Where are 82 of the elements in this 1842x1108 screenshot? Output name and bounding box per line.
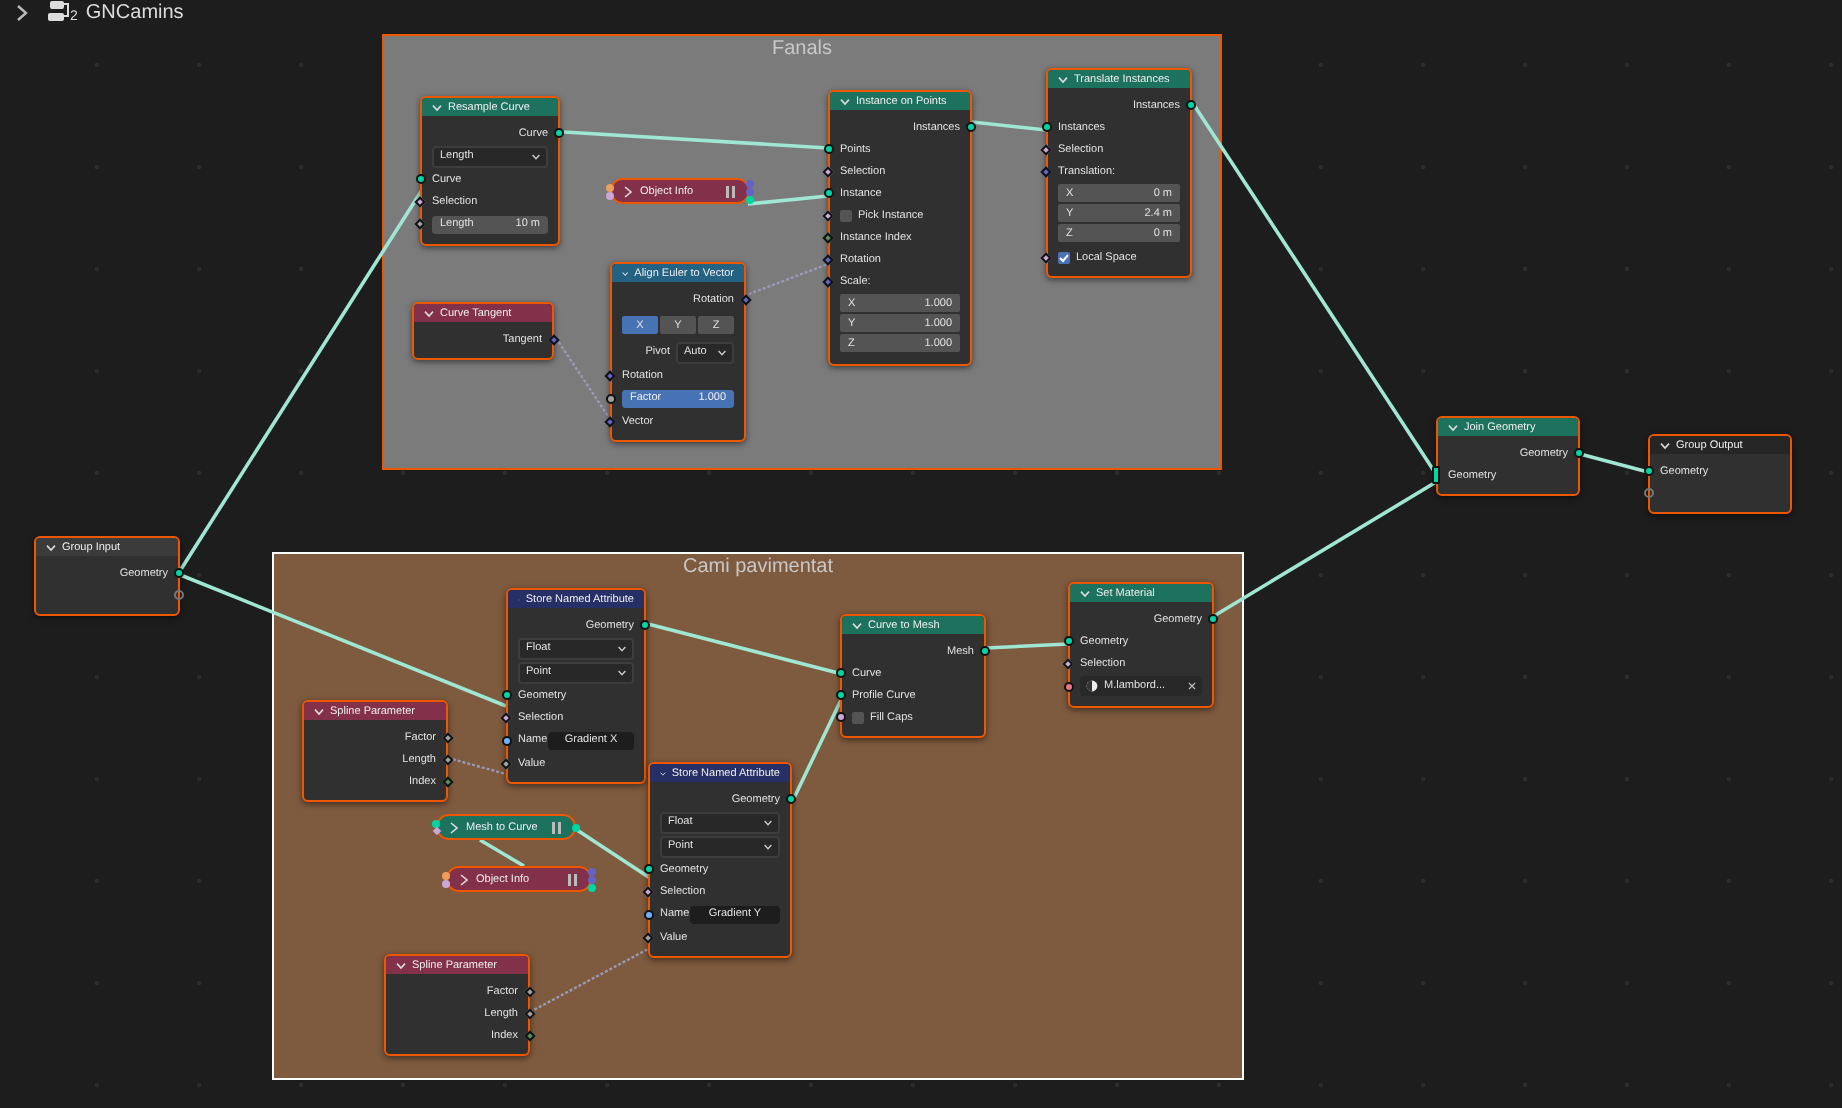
collapse-icon[interactable] — [46, 543, 56, 551]
socket-icon[interactable] — [980, 646, 990, 656]
frame-label: Fanals — [771, 36, 832, 62]
socket-icon[interactable] — [500, 711, 512, 723]
socket-icon[interactable] — [548, 333, 560, 345]
checkbox[interactable] — [840, 209, 852, 221]
collapse-icon[interactable] — [424, 309, 434, 317]
node-link — [792, 697, 844, 799]
socket-icon[interactable] — [442, 731, 454, 743]
socket-icon[interactable] — [1574, 448, 1584, 458]
socket-icon[interactable] — [822, 165, 834, 177]
hidden-sockets-icon — [552, 821, 562, 833]
socket-icon[interactable] — [824, 144, 834, 154]
socket-icon[interactable] — [524, 985, 536, 997]
caret-icon — [532, 153, 540, 159]
socket-icon[interactable] — [642, 931, 654, 943]
socket-icon[interactable] — [1042, 122, 1052, 132]
socket-icon[interactable] — [836, 668, 846, 678]
socket-icon[interactable] — [414, 218, 426, 230]
chevron-icon[interactable] — [16, 3, 28, 21]
caret-icon — [618, 669, 626, 675]
socket-icon[interactable] — [836, 712, 846, 722]
hidden-sockets-icon — [726, 185, 736, 197]
socket-icon[interactable] — [786, 794, 796, 804]
socket-icon[interactable] — [1644, 466, 1654, 476]
checkbox[interactable] — [852, 711, 864, 723]
node-link — [479, 838, 525, 868]
hidden-sockets-icon — [568, 873, 578, 885]
node-link — [985, 642, 1069, 650]
socket-icon[interactable] — [604, 415, 616, 427]
collapse-icon[interactable] — [314, 707, 324, 715]
socket-icon[interactable] — [1432, 466, 1440, 484]
socket-icon[interactable] — [642, 885, 654, 897]
socket-icon[interactable] — [1064, 636, 1074, 646]
socket-icon[interactable] — [1208, 614, 1218, 624]
socket-icon[interactable] — [174, 590, 184, 600]
socket-icon[interactable] — [824, 188, 834, 198]
socket-icon[interactable] — [1186, 100, 1196, 110]
socket-icon[interactable] — [822, 253, 834, 265]
close-icon[interactable] — [1188, 682, 1196, 690]
socket-icon[interactable] — [416, 174, 426, 184]
socket-icon[interactable] — [640, 620, 650, 630]
socket-icon[interactable] — [524, 1007, 536, 1019]
socket-icon[interactable] — [644, 909, 654, 919]
socket-icon[interactable] — [1040, 143, 1052, 155]
socket-icon[interactable] — [966, 122, 976, 132]
socket-icon[interactable] — [644, 864, 654, 874]
material-sphere-icon — [1086, 680, 1098, 692]
node-link — [743, 262, 829, 298]
node-link — [971, 120, 1047, 132]
socket-icon[interactable] — [836, 690, 846, 700]
collapse-icon[interactable] — [1660, 441, 1670, 449]
chevron-icon[interactable] — [624, 185, 632, 197]
node-tree-icon — [48, 0, 70, 24]
socket-icon[interactable] — [174, 568, 184, 578]
frame-label: Cami pavimentat — [682, 554, 834, 580]
chevron-icon[interactable] — [460, 873, 468, 885]
node-link — [573, 826, 651, 880]
checkbox[interactable] — [1058, 251, 1070, 263]
node-tree-name: GNCamins — [85, 1, 184, 23]
collapse-icon[interactable] — [396, 961, 406, 969]
socket-icon[interactable] — [1644, 488, 1654, 498]
socket-icon[interactable] — [442, 753, 454, 765]
socket-icon[interactable] — [1040, 251, 1052, 263]
socket-icon[interactable] — [606, 393, 616, 403]
caret-icon — [764, 819, 772, 825]
socket-icon[interactable] — [822, 209, 834, 221]
caret-icon — [764, 843, 772, 849]
socket-icon[interactable] — [1064, 681, 1074, 691]
socket-icon[interactable] — [414, 195, 426, 207]
node-link — [529, 946, 651, 1014]
socket-icon[interactable] — [740, 293, 752, 305]
chevron-icon[interactable] — [450, 821, 458, 833]
caret-icon — [718, 349, 726, 355]
caret-icon — [618, 645, 626, 651]
node-link — [447, 756, 507, 776]
socket-icon[interactable] — [502, 690, 512, 700]
node-link — [1579, 452, 1649, 474]
socket-icon[interactable] — [554, 128, 564, 138]
socket-icon[interactable] — [500, 757, 512, 769]
socket-icon[interactable] — [502, 735, 512, 745]
socket-icon[interactable] — [1062, 657, 1074, 669]
